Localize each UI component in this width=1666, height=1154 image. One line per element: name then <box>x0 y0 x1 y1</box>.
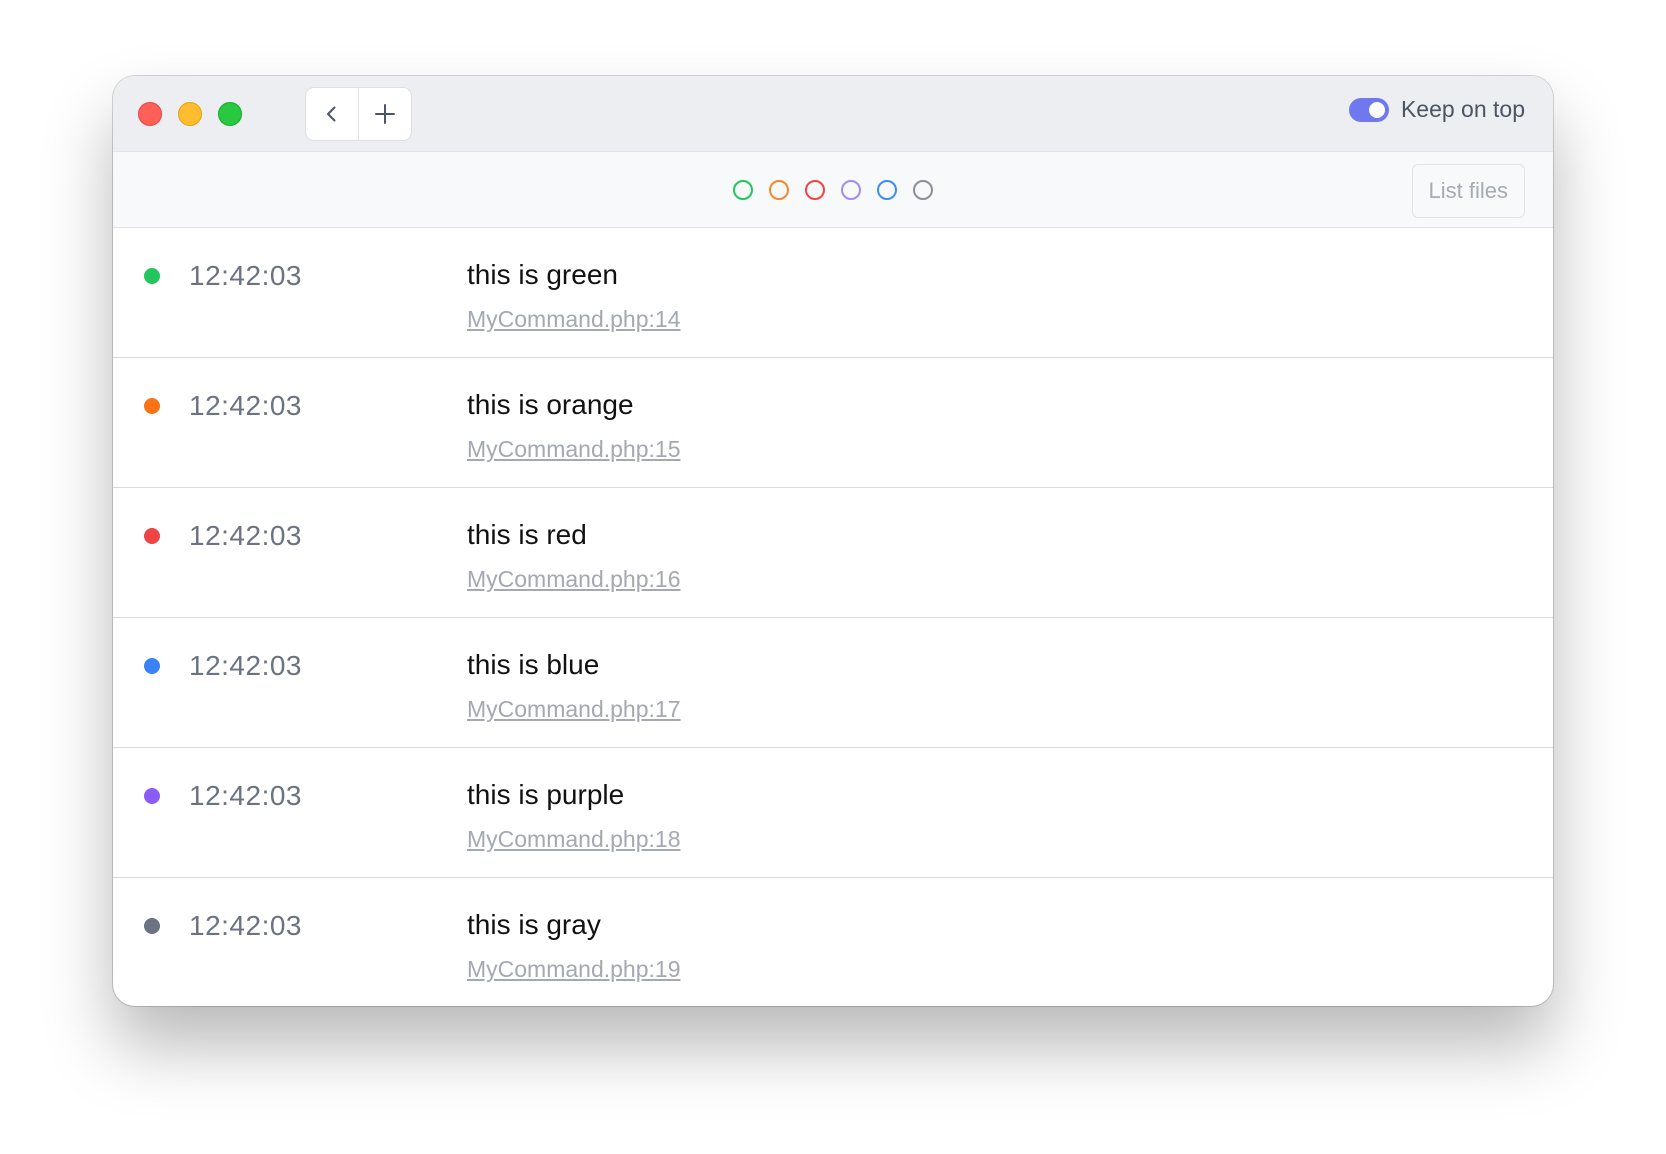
log-message: this is purple <box>467 779 625 810</box>
log-row[interactable]: 12:42:03 this is orange MyCommand.php:15 <box>113 358 1553 488</box>
color-filter-group <box>113 180 1553 200</box>
color-dot <box>144 788 160 804</box>
color-dot <box>144 918 160 934</box>
log-message: this is green <box>467 259 618 290</box>
log-time: 12:42:03 <box>189 260 302 291</box>
keep-on-top-control[interactable]: Keep on top <box>1348 96 1525 123</box>
nav-button-group <box>306 88 411 140</box>
source-link[interactable]: MyCommand.php:16 <box>467 566 681 593</box>
add-button[interactable] <box>358 88 411 140</box>
app-window: Keep on top List files 12:42:03 this is g… <box>113 76 1553 1006</box>
log-row[interactable]: 12:42:03 this is purple MyCommand.php:18 <box>113 748 1553 878</box>
close-window-button[interactable] <box>138 102 162 126</box>
filter-purple-button[interactable] <box>841 180 861 200</box>
source-link[interactable]: MyCommand.php:19 <box>467 956 681 983</box>
filter-green-button[interactable] <box>733 180 753 200</box>
plus-icon <box>375 104 395 124</box>
log-time: 12:42:03 <box>189 390 302 421</box>
log-row[interactable]: 12:42:03 this is green MyCommand.php:14 <box>113 228 1553 358</box>
keep-on-top-label: Keep on top <box>1400 96 1525 122</box>
log-list: 12:42:03 this is green MyCommand.php:14 12:… <box>113 228 1553 1006</box>
color-dot <box>144 528 160 544</box>
color-dot <box>144 268 160 284</box>
log-row[interactable]: 12:42:03 this is blue MyCommand.php:17 <box>113 618 1553 748</box>
filter-red-button[interactable] <box>805 180 825 200</box>
log-time: 12:42:03 <box>189 780 302 811</box>
filter-orange-button[interactable] <box>769 180 789 200</box>
log-message: this is blue <box>467 649 600 680</box>
back-button[interactable] <box>306 88 358 140</box>
maximize-window-button[interactable] <box>218 102 242 126</box>
color-dot <box>144 398 160 414</box>
toggle-knob <box>1368 101 1385 118</box>
log-time: 12:42:03 <box>189 910 302 941</box>
filter-bar: List files <box>113 152 1553 228</box>
list-files-button[interactable]: List files <box>1411 164 1525 218</box>
log-message: this is orange <box>467 389 634 420</box>
log-row[interactable]: 12:42:03 this is gray MyCommand.php:19 <box>113 878 1553 1006</box>
source-link[interactable]: MyCommand.php:14 <box>467 306 681 333</box>
log-message: this is red <box>467 519 587 550</box>
log-row[interactable]: 12:42:03 this is red MyCommand.php:16 <box>113 488 1553 618</box>
source-link[interactable]: MyCommand.php:15 <box>467 436 681 463</box>
source-link[interactable]: MyCommand.php:18 <box>467 826 681 853</box>
minimize-window-button[interactable] <box>178 102 202 126</box>
keep-on-top-toggle[interactable] <box>1348 97 1389 122</box>
log-time: 12:42:03 <box>189 520 302 551</box>
source-link[interactable]: MyCommand.php:17 <box>467 696 681 723</box>
title-bar: Keep on top <box>113 76 1553 152</box>
filter-gray-button[interactable] <box>913 180 933 200</box>
log-message: this is gray <box>467 909 601 940</box>
log-time: 12:42:03 <box>189 650 302 681</box>
filter-blue-button[interactable] <box>877 180 897 200</box>
color-dot <box>144 658 160 674</box>
chevron-left-icon <box>327 106 336 122</box>
